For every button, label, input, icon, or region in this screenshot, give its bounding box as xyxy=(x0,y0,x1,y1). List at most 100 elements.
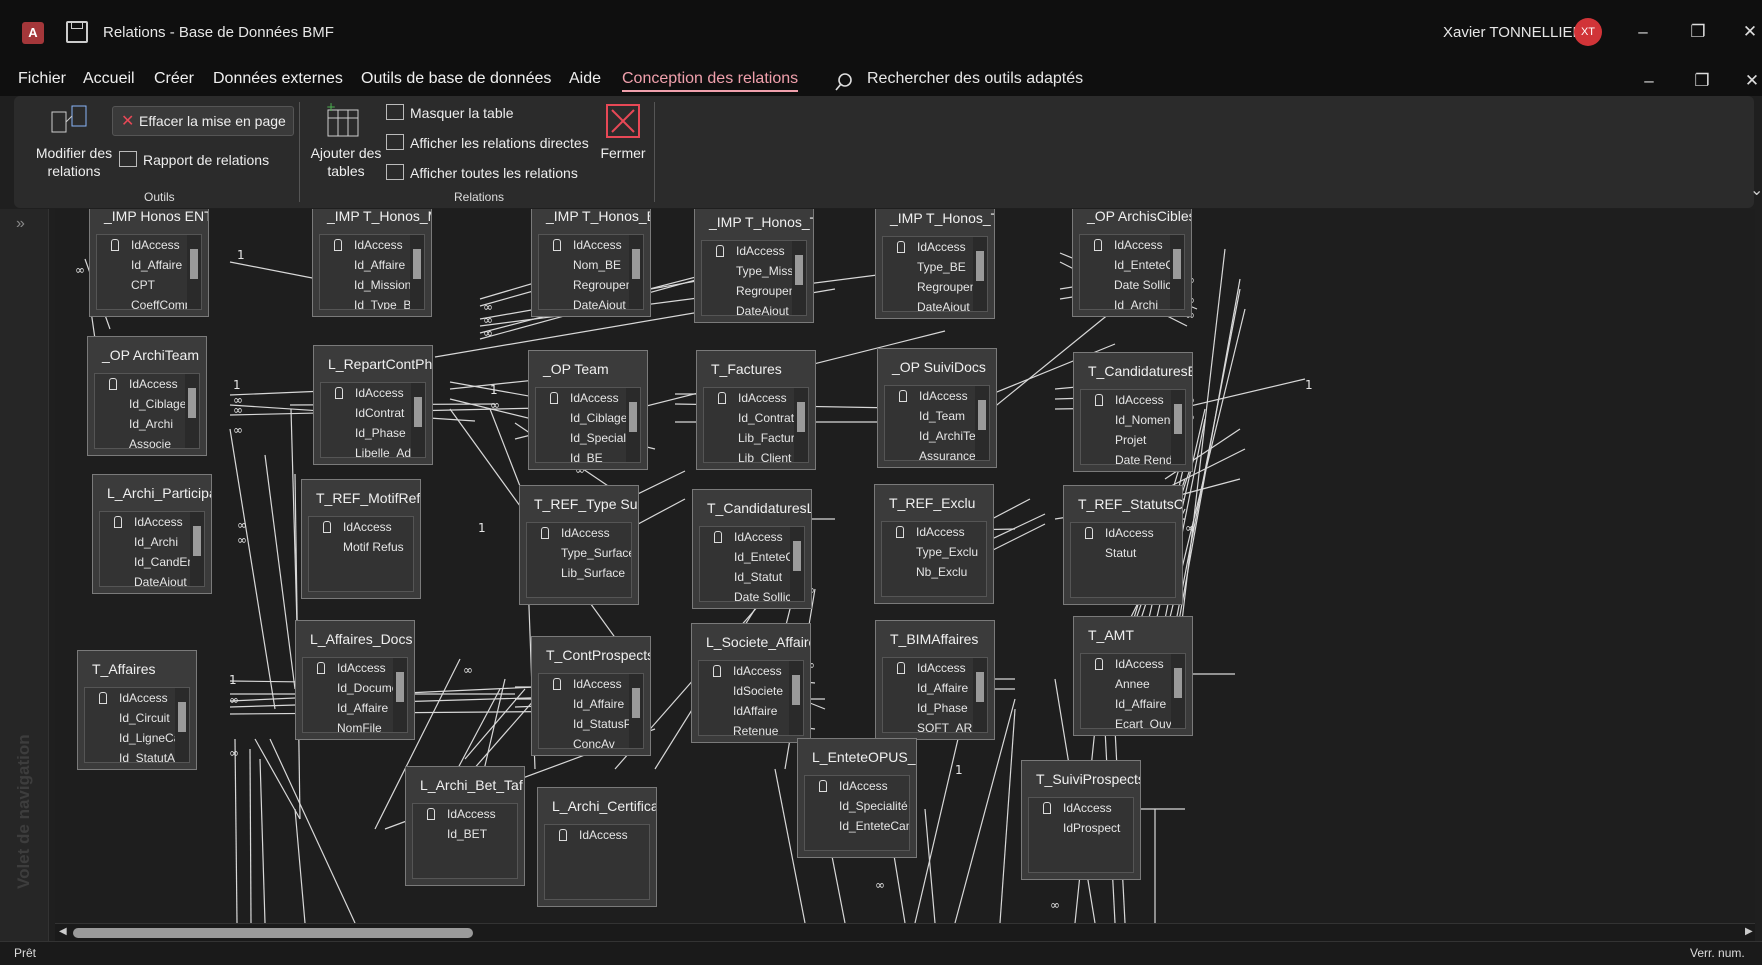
field-item[interactable]: IdAffaire xyxy=(699,701,803,721)
minimize-icon[interactable]: – xyxy=(1628,20,1658,44)
nav-toggle-icon[interactable]: » xyxy=(16,215,25,233)
primary-key-field[interactable]: IdAccess xyxy=(1080,235,1184,255)
search-input[interactable]: Rechercher des outils adaptés xyxy=(867,70,1083,88)
afficher-toutes-relations-button[interactable]: Afficher toutes les relations xyxy=(386,164,578,181)
field-list[interactable]: IdAccessNom_BERegroupemeDateAjoutDateMod… xyxy=(538,234,644,310)
field-scrollbar[interactable] xyxy=(629,235,643,309)
relation-table[interactable]: L_Archi_CertificatsIdAccess xyxy=(537,787,657,907)
avatar[interactable]: XT xyxy=(1574,18,1602,46)
field-scrollbar[interactable] xyxy=(190,512,204,586)
field-list[interactable]: IdAccess Id_Circuit Id_LigneCand Id_StatutA… xyxy=(84,687,190,763)
table-title[interactable]: _IMP T_Honos_B... xyxy=(532,209,650,234)
table-title[interactable]: T_REF_Exclu xyxy=(875,485,993,521)
relation-table[interactable]: T_CandidaturesE...IdAccessId_NomenclaPro… xyxy=(1073,352,1193,472)
field-list[interactable]: IdAccessType_MissionRegroupemeDateAjoutD… xyxy=(701,240,807,316)
primary-key-field[interactable]: IdAccess xyxy=(303,658,407,678)
field-scrollbar[interactable] xyxy=(411,383,425,457)
field-list[interactable]: IdAccessId_TeamId_ArchiTeamAssuranceAtte… xyxy=(884,385,990,461)
relation-table[interactable]: _IMP T_Honos_Ty...IdAccessType_MissionRe… xyxy=(694,209,814,323)
field-item[interactable]: Id_BE xyxy=(536,448,640,462)
table-title[interactable]: T_CandidaturesLi... xyxy=(693,490,811,526)
field-list[interactable]: IdAccessId_ArchiId_CandEntetDateAjoutDat… xyxy=(99,511,205,587)
field-list[interactable]: IdAccess Type_Exclu Nb_Exclu xyxy=(881,521,987,597)
table-title[interactable]: _OP SuiviDocs xyxy=(878,349,996,385)
field-list[interactable]: IdAccess Statut xyxy=(1070,522,1176,598)
field-item[interactable]: Id_Affaire xyxy=(1081,694,1185,714)
field-list[interactable]: IdAccess Motif Refus xyxy=(308,516,414,592)
primary-key-field[interactable]: IdAccess xyxy=(699,661,803,681)
table-title[interactable]: _OP Team xyxy=(529,351,647,387)
field-list[interactable]: IdAccess Id_EnteteCan Id_Statut Date Sollic… xyxy=(699,526,805,602)
relation-table[interactable]: _IMP T_Honos_M...IdAccessId_AffaireId_Mi… xyxy=(312,209,432,317)
field-item[interactable]: Id_Type_BE xyxy=(320,295,424,309)
close-icon[interactable]: ✕ xyxy=(1735,20,1762,44)
field-list[interactable]: IdAccess Id_EnteteCan Date Sollicita Id_Arc… xyxy=(1079,234,1185,310)
primary-key-field[interactable]: IdAccess xyxy=(536,388,640,408)
field-list[interactable]: IdAccess xyxy=(544,824,650,900)
ribbon-restore-icon[interactable]: ❐ xyxy=(1687,69,1717,93)
field-item[interactable]: Id_CandEntet xyxy=(100,552,204,572)
navigation-pane[interactable]: » Volet de navigation xyxy=(0,209,49,941)
table-title[interactable]: T_SuiviProspects xyxy=(1022,761,1140,797)
menu-aide[interactable]: Aide xyxy=(569,70,601,88)
effacer-mise-en-page-button[interactable]: ✕ Effacer la mise en page xyxy=(112,106,294,136)
field-list[interactable]: IdAccessId_AffaireId_PhaseSOFT_ARCHISOFT… xyxy=(882,657,988,733)
table-title[interactable]: T_CandidaturesE... xyxy=(1074,353,1192,389)
ribbon-collapse-icon[interactable]: ⌄ xyxy=(1750,180,1762,200)
field-scrollbar[interactable] xyxy=(1170,235,1184,309)
field-scrollbar[interactable] xyxy=(626,388,640,462)
modifier-relations-button[interactable]: Modifier des relations xyxy=(24,144,124,180)
primary-key-field[interactable]: IdAccess xyxy=(95,374,199,394)
field-scrollbar[interactable] xyxy=(187,235,201,309)
table-title[interactable]: L_Societe_Affaire xyxy=(692,624,810,660)
field-item[interactable]: CoeffComple xyxy=(97,295,201,309)
field-scrollbar[interactable] xyxy=(973,237,987,311)
relation-table[interactable]: T_REF_Type Surfa...IdAccessType_SurfaceL… xyxy=(519,485,639,605)
relation-table[interactable]: L_Archi_Participa...IdAccessId_ArchiId_C… xyxy=(92,474,212,594)
relation-table[interactable]: T_SuiviProspects IdAccess IdProspect xyxy=(1021,760,1141,880)
table-title[interactable]: _OP ArchiTeam xyxy=(88,337,206,373)
table-title[interactable]: L_Archi_Certificats xyxy=(538,788,656,824)
field-item[interactable]: Motif Refus xyxy=(309,537,413,557)
field-scrollbar[interactable] xyxy=(790,527,804,601)
field-item[interactable]: Id_Affaire xyxy=(97,255,201,275)
primary-key-field[interactable]: IdAccess xyxy=(1081,390,1185,410)
primary-key-field[interactable]: IdAccess xyxy=(1029,798,1133,818)
field-item[interactable]: DateAjout xyxy=(883,297,987,311)
scroll-thumb[interactable] xyxy=(73,928,473,938)
field-item[interactable]: NomFile xyxy=(303,718,407,732)
primary-key-field[interactable]: IdAccess xyxy=(882,522,986,542)
table-title[interactable]: _IMP Honos ENT... xyxy=(90,209,208,234)
relations-canvas[interactable]: 1 ∞ ∞ ∞ ∞ ∞ 1 1 1 1 ∞ ∞ ∞ 1 ∞ ∞ ∞ 1 ∞ ∞ … xyxy=(55,209,1755,923)
scroll-left-icon[interactable]: ◀ xyxy=(59,926,67,937)
field-list[interactable]: IdAccessAnneeId_AffaireEcart_OuvertValeu… xyxy=(1080,653,1186,729)
masquer-table-button[interactable]: Masquer la table xyxy=(386,104,514,121)
field-item[interactable]: Id_Affaire xyxy=(303,698,407,718)
primary-key-field[interactable]: IdAccess xyxy=(309,517,413,537)
menu-accueil[interactable]: Accueil xyxy=(83,70,135,88)
table-title[interactable]: T_BIMAffaires xyxy=(876,621,994,657)
field-item[interactable]: Regroupeme xyxy=(539,275,643,295)
primary-key-field[interactable]: IdAccess xyxy=(805,776,909,796)
field-item[interactable]: Id_BET xyxy=(413,824,517,844)
field-item[interactable]: Id_Document xyxy=(303,678,407,698)
field-scrollbar[interactable] xyxy=(393,658,407,732)
ribbon-minimize-icon[interactable]: – xyxy=(1634,69,1664,93)
menu-fichier[interactable]: Fichier xyxy=(18,70,66,88)
relation-table[interactable]: _OP SuiviDocs IdAccess Id_Team Id_ArchiTeam… xyxy=(877,348,997,468)
field-item[interactable]: Lib_Client_Ad xyxy=(704,448,808,462)
relation-table[interactable]: L_EnteteOPUS_S...IdAccessId_SpecialitéId… xyxy=(797,738,917,858)
field-list[interactable]: IdAccess Type_Surface Lib_Surface xyxy=(526,522,632,598)
field-list[interactable]: IdAccessId_CiblageId_ArchiAssocieDateAjo… xyxy=(94,373,200,449)
table-title[interactable]: T_REF_Type Surfa... xyxy=(520,486,638,522)
primary-key-field[interactable]: IdAccess xyxy=(883,237,987,257)
relation-table[interactable]: _OP ArchisCibles IdAccess Id_EnteteCan Date… xyxy=(1072,209,1192,317)
table-title[interactable]: _OP ArchisCibles xyxy=(1073,209,1191,234)
field-list[interactable]: IdAccess Id_ContratPha Lib_Facture_A Lib_Cl… xyxy=(703,387,809,463)
field-list[interactable]: IdAccessType_BERegroupemeDateAjoutDateMo… xyxy=(882,236,988,312)
field-item[interactable]: Type_BE xyxy=(883,257,987,277)
menu-conception-relations[interactable]: Conception des relations xyxy=(622,70,799,92)
relation-table[interactable]: L_Archi_Bet_Taf IdAccess Id_BET xyxy=(405,766,525,886)
field-item[interactable]: Id_Affaire xyxy=(883,678,987,698)
table-title[interactable]: L_Affaires_Docs xyxy=(296,621,414,657)
